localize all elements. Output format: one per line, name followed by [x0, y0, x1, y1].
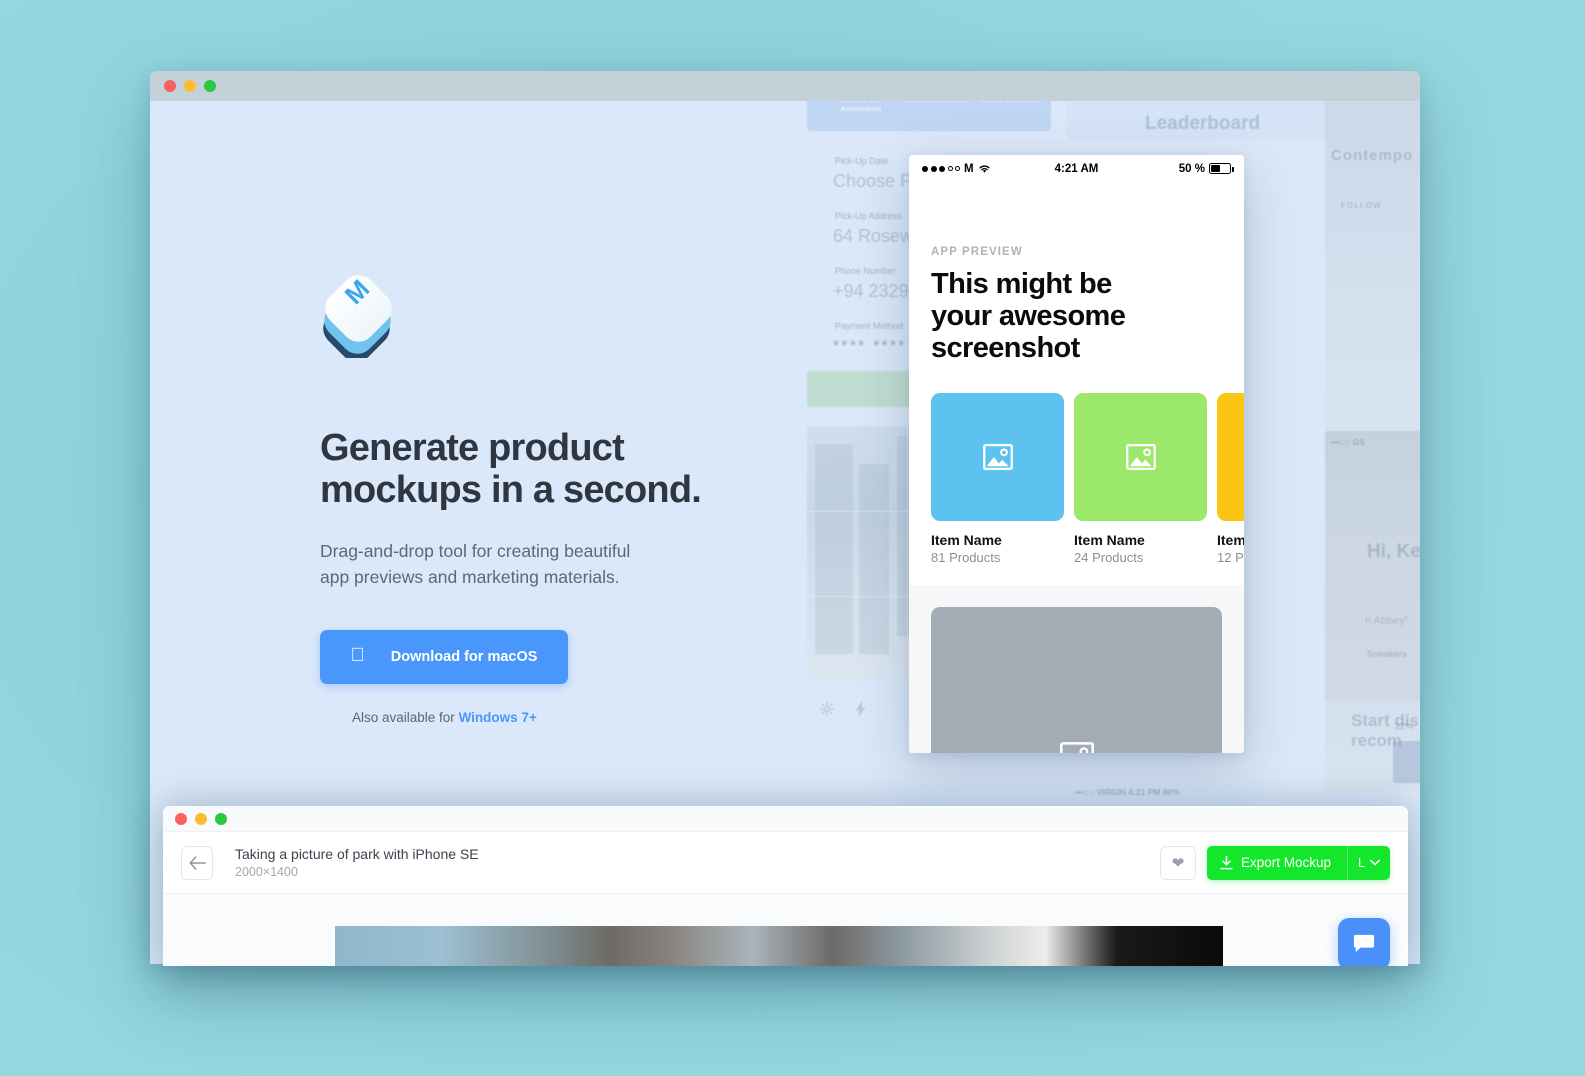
export-mockup-button[interactable]: Export Mockup L	[1207, 845, 1390, 880]
zoom-button[interactable]	[215, 812, 227, 825]
contemporary-title: Contempo	[1331, 147, 1414, 164]
chat-support-button[interactable]	[1338, 918, 1390, 966]
field-label-pickup-address: Pick-Up Address	[835, 211, 902, 221]
close-button[interactable]	[164, 80, 176, 92]
side-status-line: •••○○ GS	[1331, 437, 1365, 447]
export-button-label: Export Mockup	[1241, 855, 1332, 870]
alt-platform-line: Also available for Windows 7+	[352, 710, 760, 725]
toolbar-actions: ❤ Export Mockup L	[1160, 845, 1390, 880]
item-card-thumbnail	[1074, 392, 1207, 521]
image-placeholder-icon	[1125, 443, 1156, 470]
item-card-count: 81 Products	[931, 549, 1001, 565]
page-title: Generate product mockups in a second.	[320, 427, 702, 511]
minimize-button[interactable]	[184, 80, 196, 92]
field-label-payment: Payment Method	[835, 321, 904, 331]
category-label-books: Books and DVDs	[973, 101, 1047, 106]
image-placeholder-icon	[1059, 741, 1094, 753]
mockup-app-icon: M	[323, 274, 392, 362]
category-label-fitness: Fitness Accessories	[895, 101, 973, 106]
apple-icon: 	[351, 646, 365, 665]
hero-section: M Generate product mockups in a second. …	[320, 266, 760, 725]
minimize-button[interactable]	[195, 812, 207, 825]
item-card[interactable]: Item Name 24 Products	[1074, 392, 1207, 565]
favorite-button[interactable]: ❤	[1160, 845, 1196, 880]
alt-platform-prefix: Also available for	[352, 710, 459, 726]
greeting-text: Hi, Kev	[1367, 541, 1420, 562]
status-bar-time: 4:21 AM	[1054, 162, 1099, 175]
chat-bubble-icon	[1353, 934, 1375, 953]
phone-content: APP PREVIEW This might be your awesome s…	[909, 246, 1244, 753]
leaderboard-label: Leaderboard	[1145, 113, 1261, 134]
export-size-label: L	[1358, 855, 1365, 870]
sneakers-label: Sneakers	[1367, 649, 1408, 659]
image-placeholder-icon-wrapper	[1059, 741, 1094, 753]
main-window-titlebar[interactable]	[150, 71, 1420, 101]
phone-headline: This might be your awesome screenshot	[931, 268, 1126, 364]
document-meta: Taking a picture of park with iPhone SE …	[235, 845, 479, 881]
download-icon	[1220, 855, 1233, 869]
front-window-titlebar[interactable]	[163, 806, 1408, 832]
item-card-thumbnail	[1217, 392, 1244, 521]
category-label-clothes: Clothes and Accessories	[840, 101, 882, 113]
download-macos-button[interactable]:  Download for macOS	[320, 630, 568, 685]
item-card[interactable]: Item Nam 12 Pro	[1217, 392, 1244, 565]
canvas-photo-preview[interactable]	[335, 926, 1223, 966]
close-button[interactable]	[175, 812, 187, 825]
item-card-count: 12 Pro	[1217, 549, 1244, 565]
phone-mockup-preview: M 4:21 AM 50 % APP PREVIEW This might be…	[909, 155, 1244, 753]
item-cards-row: Item Name 81 Products Item Name 24 Produ…	[931, 392, 1244, 565]
mockup-editor-window: Taking a picture of park with iPhone SE …	[163, 806, 1408, 966]
page-subtitle: Drag-and-drop tool for creating beautifu…	[320, 540, 631, 587]
item-card-thumbnail	[931, 392, 1064, 521]
export-size-dropdown[interactable]: L	[1347, 845, 1390, 880]
image-placeholder-icon	[982, 443, 1013, 470]
lightning-icon	[855, 701, 866, 717]
feature-image-placeholder[interactable]	[931, 606, 1222, 753]
chevron-down-icon	[1370, 859, 1380, 866]
editor-canvas[interactable]	[163, 894, 1408, 966]
editor-toolbar: Taking a picture of park with iPhone SE …	[163, 832, 1408, 894]
download-button-label: Download for macOS	[383, 649, 538, 666]
heart-icon: ❤	[1171, 854, 1185, 872]
zoom-button[interactable]	[204, 80, 216, 92]
field-label-phone: Phone Number	[835, 266, 896, 276]
item-card[interactable]: Item Name 81 Products	[931, 392, 1064, 565]
back-arrow-icon	[189, 855, 206, 870]
abbey-text: n Abbey"	[1365, 615, 1409, 627]
feature-placeholder-section	[909, 584, 1244, 753]
back-button[interactable]	[181, 845, 213, 880]
bottom-status-line: •••○○ VIRGIN 4:21 PM 80%	[1075, 787, 1180, 797]
item-card-name: Item Name	[931, 531, 1002, 548]
app-preview-eyebrow: APP PREVIEW	[931, 246, 1023, 258]
gear-icon	[820, 702, 834, 716]
phone-status-bar: M 4:21 AM 50 %	[909, 155, 1244, 182]
app-logo: M	[320, 266, 408, 362]
item-card-count: 24 Products	[1074, 549, 1144, 565]
canvas-tool-icons	[819, 701, 867, 717]
export-main-action[interactable]: Export Mockup	[1207, 846, 1347, 880]
category-panel: Clothes and Accessories Fitness Accessor…	[807, 101, 1051, 131]
item-card-name: Item Nam	[1217, 531, 1244, 548]
document-dimensions: 2000×1400	[235, 864, 298, 879]
follow-label: FOLLOW	[1341, 201, 1382, 210]
badge-22-percent: 22%	[1395, 721, 1414, 731]
battery-icon	[1209, 163, 1234, 174]
item-card-name: Item Name	[1074, 531, 1145, 548]
discover-title: Start dis recom	[1351, 711, 1420, 751]
field-label-pickup-date: Pick-Up Date	[835, 156, 889, 166]
document-title: Taking a picture of park with iPhone SE	[235, 845, 479, 862]
windows-download-link[interactable]: Windows 7+	[459, 710, 537, 725]
